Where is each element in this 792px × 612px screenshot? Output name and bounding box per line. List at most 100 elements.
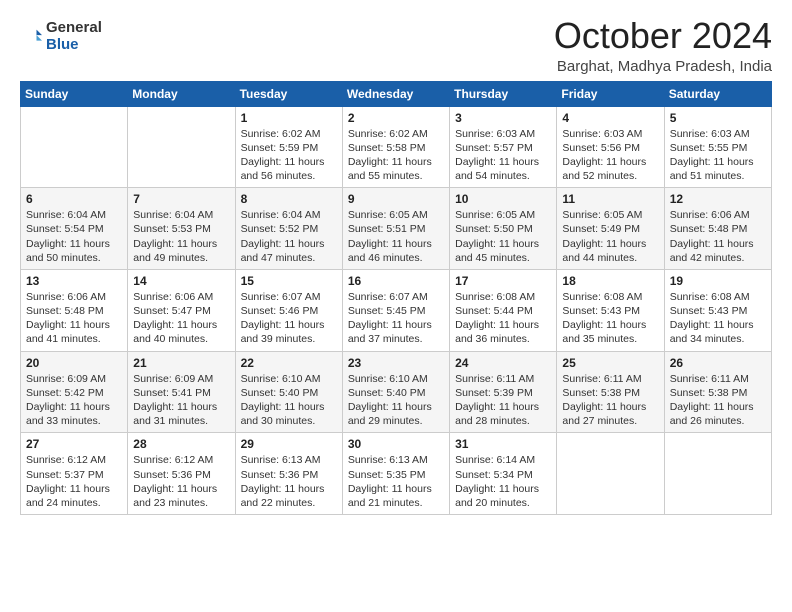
day-number: 16 bbox=[348, 274, 444, 288]
page-header: General Blue October 2024 Barghat, Madhy… bbox=[20, 16, 772, 75]
day-number: 6 bbox=[26, 192, 122, 206]
calendar-cell: 26 Sunrise: 6:11 AM Sunset: 5:38 PM Dayli… bbox=[664, 351, 771, 433]
calendar-cell: 29Sunrise: 6:13 AM Sunset: 5:36 PM Dayli… bbox=[235, 433, 342, 515]
day-number: 13 bbox=[26, 274, 122, 288]
weekday-header: Saturday bbox=[664, 81, 771, 106]
day-number: 18 bbox=[562, 274, 658, 288]
day-info: Sunrise: 6:12 AM Sunset: 5:36 PM Dayligh… bbox=[133, 453, 229, 510]
location: Barghat, Madhya Pradesh, India bbox=[554, 58, 772, 75]
calendar-cell: 16 Sunrise: 6:07 AM Sunset: 5:45 PM Dayli… bbox=[342, 269, 449, 351]
calendar-cell: 18 Sunrise: 6:08 AM Sunset: 5:43 PM Dayli… bbox=[557, 269, 664, 351]
day-number: 11 bbox=[562, 192, 658, 206]
logo-general: General bbox=[46, 20, 102, 37]
calendar-table: SundayMondayTuesdayWednesdayThursdayFrid… bbox=[20, 81, 772, 515]
day-info: Sunrise: 6:09 AM Sunset: 5:42 PM Dayligh… bbox=[26, 372, 122, 429]
day-number: 28 bbox=[133, 437, 229, 451]
calendar-cell: 19 Sunrise: 6:08 AM Sunset: 5:43 PM Dayli… bbox=[664, 269, 771, 351]
calendar-cell: 15Sunrise: 6:07 AM Sunset: 5:46 PM Dayli… bbox=[235, 269, 342, 351]
day-number: 1 bbox=[241, 111, 337, 125]
day-info: Sunrise: 6:04 AM Sunset: 5:53 PM Dayligh… bbox=[133, 208, 229, 265]
day-number: 9 bbox=[348, 192, 444, 206]
day-info: Sunrise: 6:02 AM Sunset: 5:59 PM Dayligh… bbox=[241, 127, 337, 184]
calendar-cell bbox=[557, 433, 664, 515]
day-number: 12 bbox=[670, 192, 766, 206]
calendar-cell: 5 Sunrise: 6:03 AM Sunset: 5:55 PM Daylig… bbox=[664, 106, 771, 188]
calendar-week-row: 6 Sunrise: 6:04 AM Sunset: 5:54 PM Daylig… bbox=[21, 188, 772, 270]
day-info: Sunrise: 6:08 AM Sunset: 5:43 PM Dayligh… bbox=[670, 290, 766, 347]
calendar-cell: 24 Sunrise: 6:11 AM Sunset: 5:39 PM Dayli… bbox=[450, 351, 557, 433]
calendar-cell: 14 Sunrise: 6:06 AM Sunset: 5:47 PM Dayli… bbox=[128, 269, 235, 351]
calendar-cell: 17 Sunrise: 6:08 AM Sunset: 5:44 PM Dayli… bbox=[450, 269, 557, 351]
day-info: Sunrise: 6:06 AM Sunset: 5:48 PM Dayligh… bbox=[26, 290, 122, 347]
day-number: 19 bbox=[670, 274, 766, 288]
calendar-cell: 10Sunrise: 6:05 AM Sunset: 5:50 PM Dayli… bbox=[450, 188, 557, 270]
day-info: Sunrise: 6:06 AM Sunset: 5:47 PM Dayligh… bbox=[133, 290, 229, 347]
day-info: Sunrise: 6:11 AM Sunset: 5:39 PM Dayligh… bbox=[455, 372, 551, 429]
calendar-cell: 6 Sunrise: 6:04 AM Sunset: 5:54 PM Daylig… bbox=[21, 188, 128, 270]
day-info: Sunrise: 6:11 AM Sunset: 5:38 PM Dayligh… bbox=[670, 372, 766, 429]
calendar-cell bbox=[664, 433, 771, 515]
day-info: Sunrise: 6:11 AM Sunset: 5:38 PM Dayligh… bbox=[562, 372, 658, 429]
weekday-header: Monday bbox=[128, 81, 235, 106]
day-number: 5 bbox=[670, 111, 766, 125]
day-number: 22 bbox=[241, 356, 337, 370]
day-number: 23 bbox=[348, 356, 444, 370]
calendar-cell: 3 Sunrise: 6:03 AM Sunset: 5:57 PM Daylig… bbox=[450, 106, 557, 188]
weekday-header-row: SundayMondayTuesdayWednesdayThursdayFrid… bbox=[21, 81, 772, 106]
calendar-cell: 9 Sunrise: 6:05 AM Sunset: 5:51 PM Daylig… bbox=[342, 188, 449, 270]
day-number: 27 bbox=[26, 437, 122, 451]
day-number: 3 bbox=[455, 111, 551, 125]
day-number: 20 bbox=[26, 356, 122, 370]
day-number: 26 bbox=[670, 356, 766, 370]
calendar-cell: 13 Sunrise: 6:06 AM Sunset: 5:48 PM Dayli… bbox=[21, 269, 128, 351]
calendar-cell: 20 Sunrise: 6:09 AM Sunset: 5:42 PM Dayli… bbox=[21, 351, 128, 433]
calendar-cell: 12 Sunrise: 6:06 AM Sunset: 5:48 PM Dayli… bbox=[664, 188, 771, 270]
calendar-cell: 8 Sunrise: 6:04 AM Sunset: 5:52 PM Daylig… bbox=[235, 188, 342, 270]
calendar-cell: 23Sunrise: 6:10 AM Sunset: 5:40 PM Dayli… bbox=[342, 351, 449, 433]
day-info: Sunrise: 6:03 AM Sunset: 5:55 PM Dayligh… bbox=[670, 127, 766, 184]
day-info: Sunrise: 6:03 AM Sunset: 5:57 PM Dayligh… bbox=[455, 127, 551, 184]
day-info: Sunrise: 6:02 AM Sunset: 5:58 PM Dayligh… bbox=[348, 127, 444, 184]
day-info: Sunrise: 6:03 AM Sunset: 5:56 PM Dayligh… bbox=[562, 127, 658, 184]
day-number: 14 bbox=[133, 274, 229, 288]
calendar-cell: 11 Sunrise: 6:05 AM Sunset: 5:49 PM Dayli… bbox=[557, 188, 664, 270]
logo-blue: Blue bbox=[46, 37, 102, 54]
calendar-cell: 27Sunrise: 6:12 AM Sunset: 5:37 PM Dayli… bbox=[21, 433, 128, 515]
day-info: Sunrise: 6:10 AM Sunset: 5:40 PM Dayligh… bbox=[241, 372, 337, 429]
day-info: Sunrise: 6:05 AM Sunset: 5:51 PM Dayligh… bbox=[348, 208, 444, 265]
logo: General Blue bbox=[20, 20, 102, 53]
title-block: October 2024 Barghat, Madhya Pradesh, In… bbox=[554, 16, 772, 75]
weekday-header: Wednesday bbox=[342, 81, 449, 106]
day-info: Sunrise: 6:04 AM Sunset: 5:54 PM Dayligh… bbox=[26, 208, 122, 265]
weekday-header: Friday bbox=[557, 81, 664, 106]
calendar-body: 1 Sunrise: 6:02 AM Sunset: 5:59 PM Daylig… bbox=[21, 106, 772, 514]
weekday-header: Thursday bbox=[450, 81, 557, 106]
calendar-week-row: 20 Sunrise: 6:09 AM Sunset: 5:42 PM Dayli… bbox=[21, 351, 772, 433]
day-info: Sunrise: 6:04 AM Sunset: 5:52 PM Dayligh… bbox=[241, 208, 337, 265]
day-info: Sunrise: 6:07 AM Sunset: 5:46 PM Dayligh… bbox=[241, 290, 337, 347]
calendar-header: SundayMondayTuesdayWednesdayThursdayFrid… bbox=[21, 81, 772, 106]
calendar-cell: 28 Sunrise: 6:12 AM Sunset: 5:36 PM Dayli… bbox=[128, 433, 235, 515]
day-info: Sunrise: 6:05 AM Sunset: 5:49 PM Dayligh… bbox=[562, 208, 658, 265]
weekday-header: Sunday bbox=[21, 81, 128, 106]
calendar-cell: 4 Sunrise: 6:03 AM Sunset: 5:56 PM Daylig… bbox=[557, 106, 664, 188]
day-info: Sunrise: 6:08 AM Sunset: 5:43 PM Dayligh… bbox=[562, 290, 658, 347]
calendar-cell bbox=[21, 106, 128, 188]
day-number: 21 bbox=[133, 356, 229, 370]
day-info: Sunrise: 6:14 AM Sunset: 5:34 PM Dayligh… bbox=[455, 453, 551, 510]
month-title: October 2024 bbox=[554, 16, 772, 56]
calendar-cell: 25Sunrise: 6:11 AM Sunset: 5:38 PM Dayli… bbox=[557, 351, 664, 433]
day-number: 31 bbox=[455, 437, 551, 451]
day-number: 8 bbox=[241, 192, 337, 206]
day-info: Sunrise: 6:08 AM Sunset: 5:44 PM Dayligh… bbox=[455, 290, 551, 347]
day-info: Sunrise: 6:07 AM Sunset: 5:45 PM Dayligh… bbox=[348, 290, 444, 347]
calendar-cell: 30Sunrise: 6:13 AM Sunset: 5:35 PM Dayli… bbox=[342, 433, 449, 515]
day-number: 17 bbox=[455, 274, 551, 288]
day-number: 4 bbox=[562, 111, 658, 125]
day-number: 24 bbox=[455, 356, 551, 370]
calendar-week-row: 13 Sunrise: 6:06 AM Sunset: 5:48 PM Dayli… bbox=[21, 269, 772, 351]
day-number: 2 bbox=[348, 111, 444, 125]
day-info: Sunrise: 6:06 AM Sunset: 5:48 PM Dayligh… bbox=[670, 208, 766, 265]
calendar-cell bbox=[128, 106, 235, 188]
day-info: Sunrise: 6:13 AM Sunset: 5:36 PM Dayligh… bbox=[241, 453, 337, 510]
